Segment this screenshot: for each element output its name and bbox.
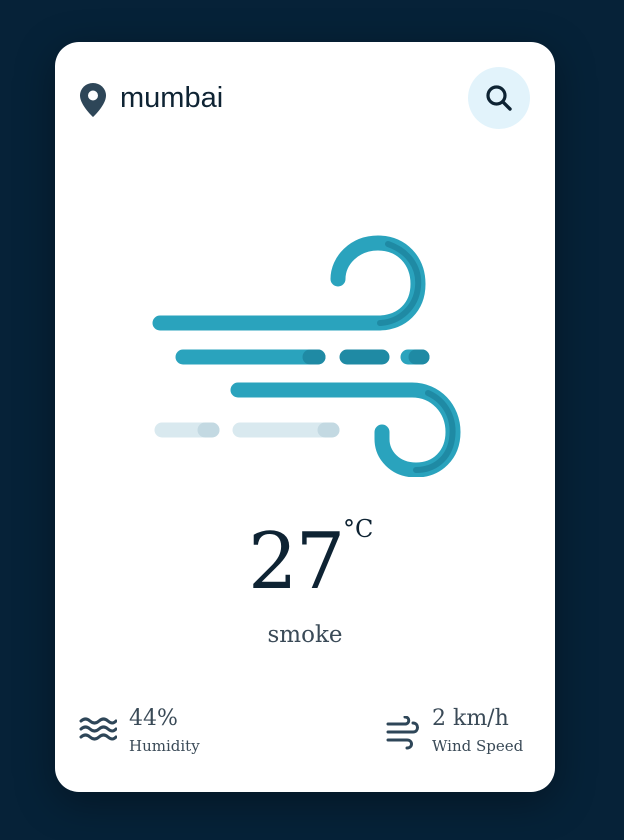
weather-card: mumbai 27 °C smoke 44% Humidity 2 km/h W… (55, 42, 555, 792)
search-icon (486, 85, 512, 111)
card-header: mumbai (55, 42, 555, 154)
temperature-unit: °C (343, 515, 374, 543)
humidity-label: Humidity (129, 737, 200, 755)
humidity-stat: 44% Humidity (79, 702, 279, 762)
search-button[interactable] (468, 67, 530, 129)
temperature-value: 27 (248, 517, 345, 607)
humidity-value: 44% (129, 706, 178, 731)
weather-description: smoke (267, 622, 343, 648)
waves-icon (79, 717, 117, 741)
wind-value: 2 km/h (432, 706, 509, 731)
wind-stat: 2 km/h Wind Speed (385, 702, 535, 762)
city-name: mumbai (120, 82, 224, 114)
temperature-display: 27 °C (55, 512, 555, 612)
wind-illustration (152, 235, 461, 477)
map-pin-icon (80, 83, 106, 117)
wind-label: Wind Speed (432, 737, 524, 755)
wind-icon (386, 716, 419, 750)
